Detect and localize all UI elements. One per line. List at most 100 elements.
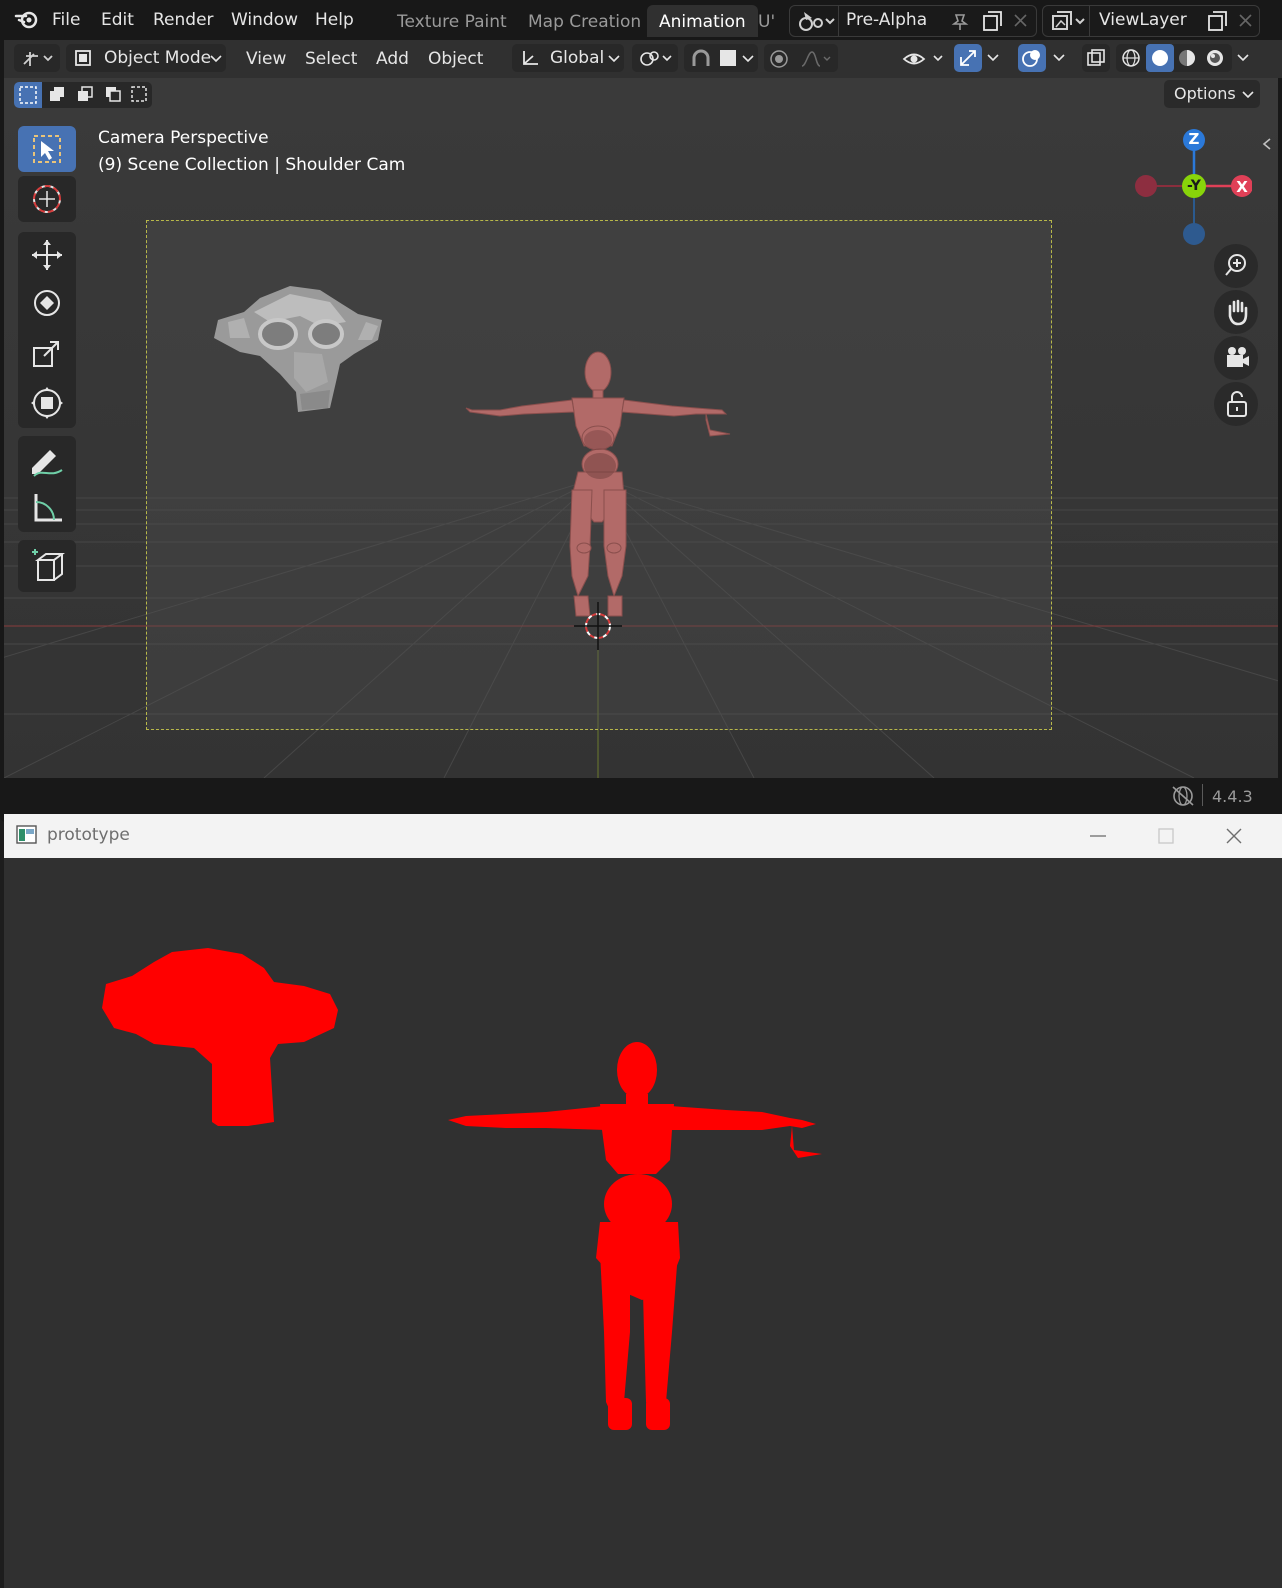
view-layer-name[interactable]: ViewLayer — [1099, 10, 1187, 30]
tab-overflow[interactable]: U' — [752, 5, 781, 37]
prototype-canvas[interactable] — [4, 858, 1282, 1588]
add-cube-tool[interactable] — [18, 540, 76, 592]
cursor-tool[interactable] — [18, 176, 76, 222]
select-mode-buttons — [14, 82, 152, 108]
solid-shading-icon — [1152, 50, 1168, 66]
mannequin-mask-silhouette — [448, 1042, 822, 1430]
close-icon[interactable] — [1222, 824, 1246, 848]
material-shading-icon[interactable] — [1176, 47, 1198, 69]
pan-button[interactable] — [1214, 290, 1258, 334]
transform-tools-group — [18, 232, 76, 428]
new-view-layer-icon[interactable] — [1205, 10, 1229, 32]
gizmo-toggle[interactable] — [954, 44, 982, 72]
orientation-label: Global — [550, 48, 605, 68]
tab-texture-paint[interactable]: Texture Paint — [385, 5, 519, 37]
menu-edit[interactable]: Edit — [101, 10, 134, 30]
snap-toggle[interactable] — [684, 44, 758, 72]
select-box-tool[interactable] — [18, 126, 76, 172]
viewport-collection-info: (9) Scene Collection | Shoulder Cam — [98, 155, 406, 175]
viewlayer-selector[interactable]: ViewLayer — [1042, 5, 1260, 37]
menu-view[interactable]: View — [246, 49, 286, 69]
maximize-icon[interactable] — [1154, 824, 1178, 848]
shading-modes — [1116, 44, 1232, 72]
3d-viewport[interactable]: Camera Perspective (9) Scene Collection … — [4, 78, 1278, 778]
new-scene-icon[interactable] — [980, 10, 1004, 32]
pivot-point-icon — [640, 51, 672, 66]
snap-target-icon — [720, 50, 736, 66]
mode-dropdown[interactable]: Object Mode — [66, 44, 226, 72]
rotate-icon[interactable] — [30, 286, 64, 320]
eye-icon — [902, 53, 943, 65]
app-window-icon — [16, 825, 37, 844]
lock-icon — [1227, 391, 1247, 417]
blender-logo-icon[interactable] — [14, 8, 40, 30]
solid-shading-button[interactable] — [1146, 44, 1174, 72]
select-box-icon — [33, 135, 61, 163]
chevron-down-icon[interactable] — [1052, 52, 1066, 64]
chevron-down-icon[interactable] — [1236, 52, 1250, 64]
pin-icon[interactable] — [950, 11, 970, 31]
move-icon[interactable] — [30, 238, 64, 272]
menu-file[interactable]: File — [52, 10, 80, 30]
chevron-down-icon[interactable] — [986, 52, 1000, 64]
lock-view-button[interactable] — [1214, 382, 1258, 426]
annotate-icon[interactable] — [28, 442, 66, 478]
mannequin-character-mesh[interactable] — [460, 350, 734, 626]
measure-icon[interactable] — [30, 490, 66, 526]
camera-view-button[interactable] — [1214, 336, 1258, 380]
minimize-icon[interactable] — [1086, 824, 1110, 848]
viewport-view-name: Camera Perspective — [98, 128, 269, 148]
tab-map-creation[interactable]: Map Creation — [516, 5, 653, 37]
rendered-shading-icon[interactable] — [1204, 47, 1226, 69]
monkey-mask-silhouette — [102, 948, 338, 1126]
close-scene-icon[interactable] — [1012, 12, 1030, 30]
menu-add[interactable]: Add — [376, 49, 409, 69]
zoom-icon — [1225, 254, 1246, 276]
wireframe-shading-icon[interactable] — [1120, 47, 1142, 69]
options-label: Options — [1174, 84, 1236, 103]
gizmo-icon — [960, 50, 976, 66]
suzanne-monkey-mesh[interactable] — [210, 282, 386, 414]
menu-select[interactable]: Select — [305, 49, 357, 69]
network-offline-icon[interactable] — [1170, 784, 1196, 808]
scene-icon — [799, 12, 835, 31]
status-bar: 4.4.3 — [0, 778, 1282, 814]
menu-help[interactable]: Help — [315, 10, 354, 30]
zoom-button[interactable] — [1214, 244, 1258, 288]
cursor-icon — [33, 185, 61, 213]
annotate-tools-group — [18, 436, 76, 532]
visibility-dropdown[interactable] — [898, 44, 948, 72]
axes-editor-icon — [23, 52, 53, 66]
transform-icon[interactable] — [30, 386, 64, 420]
editor-type-button[interactable] — [14, 44, 60, 72]
prototype-title-bar[interactable]: prototype — [4, 814, 1282, 858]
divider — [838, 6, 839, 36]
menu-object[interactable]: Object — [428, 49, 483, 69]
overlays-toggle[interactable] — [1018, 44, 1046, 72]
chevron-down-icon — [608, 55, 620, 63]
scale-icon[interactable] — [30, 336, 64, 370]
hand-icon — [1228, 299, 1248, 326]
pivot-dropdown[interactable] — [632, 44, 678, 72]
version-label: 4.4.3 — [1212, 787, 1253, 806]
proportional-edit-toggle[interactable] — [764, 44, 838, 72]
scene-name[interactable]: Pre-Alpha — [846, 10, 927, 30]
select-mode-icons — [19, 86, 147, 104]
top-bar: File Edit Render Window Help Texture Pai… — [0, 0, 1282, 40]
divider — [1089, 6, 1090, 36]
close-view-layer-icon[interactable] — [1237, 12, 1255, 30]
mode-label: Object Mode — [104, 48, 212, 68]
tab-animation[interactable]: Animation — [647, 5, 758, 37]
menu-window[interactable]: Window — [231, 10, 298, 30]
object-mode-icon — [75, 50, 91, 66]
orientation-dropdown[interactable]: Global — [512, 44, 624, 72]
sidebar-toggle-icon[interactable] — [1260, 136, 1274, 152]
window-title: prototype — [47, 825, 130, 845]
magnet-icon — [692, 49, 710, 66]
gizmo-y-label: -Y — [1187, 178, 1201, 194]
xray-toggle[interactable] — [1082, 44, 1110, 72]
3d-cursor-icon[interactable] — [574, 602, 622, 650]
menu-render[interactable]: Render — [153, 10, 214, 30]
scene-selector[interactable]: Pre-Alpha — [789, 5, 1037, 37]
options-dropdown[interactable]: Options — [1164, 80, 1260, 108]
